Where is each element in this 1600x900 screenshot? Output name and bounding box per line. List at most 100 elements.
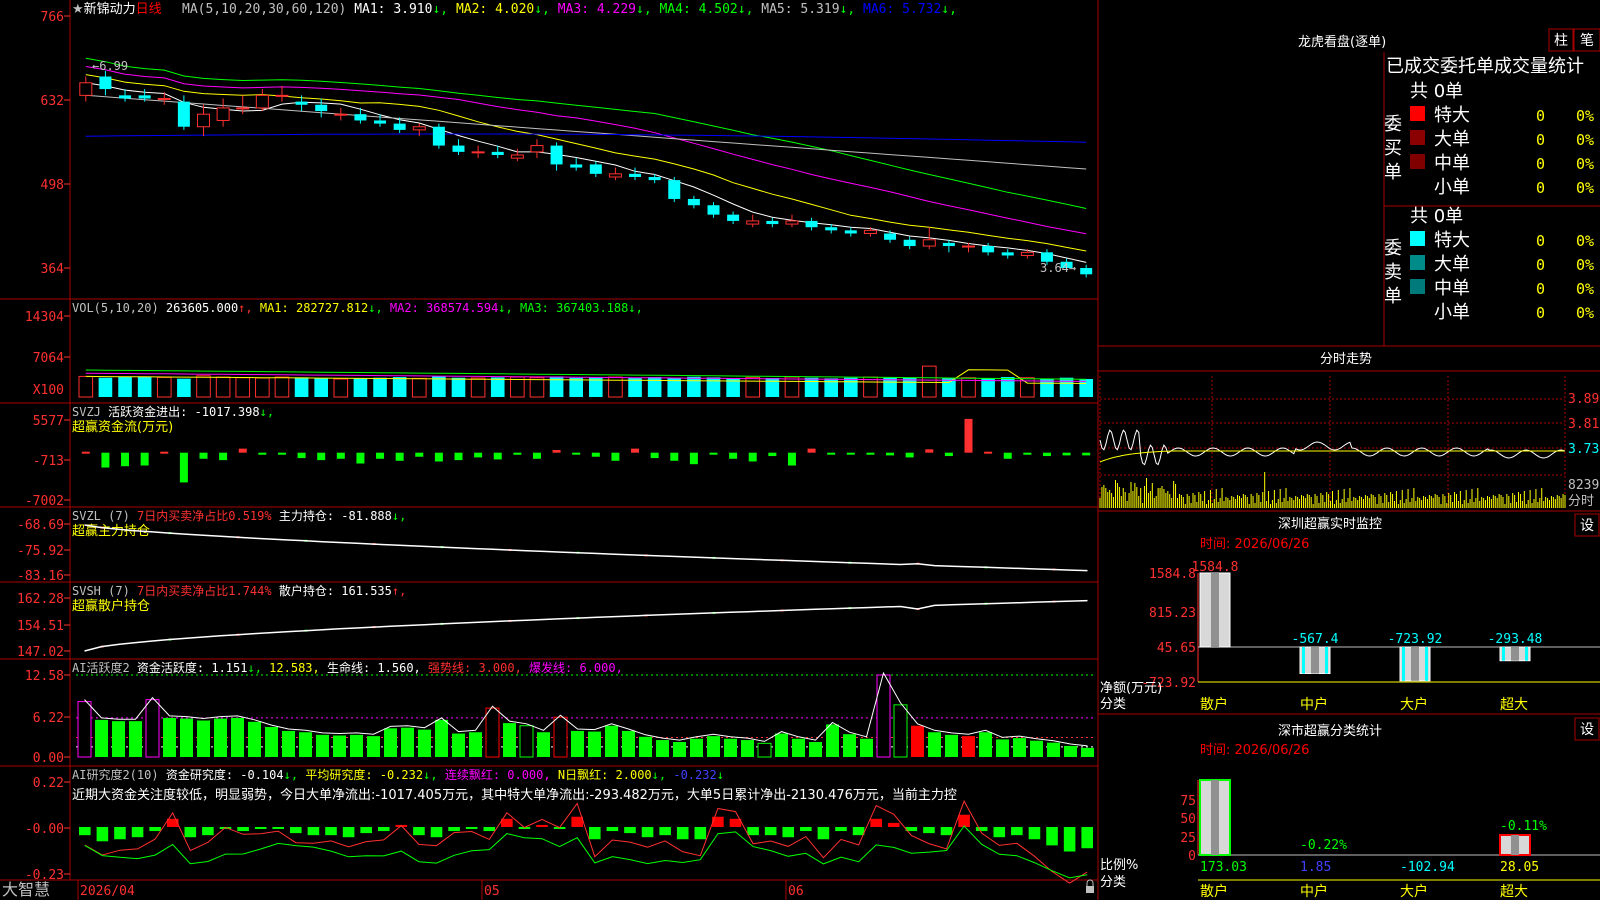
- flow-bar: [631, 448, 640, 453]
- sell-side-label: 委: [1384, 238, 1402, 259]
- active-bar: [979, 732, 992, 757]
- ma-direction: ↓,: [840, 2, 863, 17]
- date-axis: 2026/04 05 06: [77, 880, 804, 900]
- candle-body: [530, 145, 544, 153]
- flow-bar: [434, 452, 443, 462]
- sz-class-settings-button[interactable]: 设: [1574, 717, 1600, 741]
- szc-y-tick: 25: [1180, 831, 1196, 846]
- active-bar: [163, 717, 176, 757]
- szm-y-tick: 45.65: [1157, 641, 1196, 656]
- ai-extra-value: -0.232: [673, 768, 716, 782]
- research-bar: [149, 826, 161, 832]
- candle-body: [432, 126, 445, 146]
- flow-bar: [1082, 452, 1091, 456]
- lock-icon[interactable]: [1086, 879, 1094, 893]
- research-bar: [465, 826, 478, 830]
- candle-body: [334, 113, 348, 116]
- lhb-row-name: 小单: [1434, 177, 1470, 198]
- svzl-line: [84, 524, 1088, 572]
- vol-bar: [373, 377, 387, 397]
- flow-bar: [846, 452, 855, 455]
- lhb-row-name: 特大: [1434, 105, 1470, 126]
- szm-bar-edge: [1302, 647, 1305, 674]
- ma-label: MA(5,10,20,30,60,120): [182, 2, 354, 17]
- vol-bar: [569, 377, 583, 397]
- svzj-legend: SVZJ 活跃资金进出: -1017.398↓,: [72, 404, 274, 419]
- szm-bar-label: -567.4: [1292, 632, 1339, 647]
- candle-body: [471, 151, 485, 154]
- szc-top-label: -0.22%: [1300, 838, 1347, 853]
- szc-axis-label: 比例%: [1100, 858, 1138, 873]
- buy-side-label: 单: [1384, 162, 1402, 183]
- svsh-subtitle: 超赢散户持仓: [72, 598, 150, 614]
- candle-body: [648, 176, 661, 181]
- tick-view-button[interactable]: 笔: [1573, 28, 1600, 52]
- active-bar: [928, 732, 941, 757]
- svg-text:设: 设: [1580, 518, 1594, 534]
- research-bar: [377, 826, 390, 832]
- hold-ratio: 7日内买卖净占比1.744%: [137, 583, 279, 598]
- candle-body: [922, 239, 936, 247]
- research-bar: [1028, 826, 1041, 840]
- vol-ma-direction: ↓,: [368, 301, 390, 315]
- active-bar: [876, 674, 891, 758]
- lhb-swatch: [1410, 231, 1425, 246]
- research-bar: [606, 826, 619, 832]
- candle-body: [687, 198, 700, 206]
- research-bar: [887, 822, 900, 827]
- svzl-legend: SVZL (7) 7日内买卖净占比0.519% 主力持仓: -81.888↓,: [72, 508, 406, 523]
- active-bar: [757, 742, 772, 758]
- ai-active-legend: AI活跃度2 资金活跃度: 1.151↓, 12.583, 生命线: 1.560…: [72, 660, 623, 675]
- svg-text:★新锦动力日线: ★新锦动力日线: [72, 1, 162, 17]
- candle-body: [216, 107, 230, 121]
- research-bar: [79, 826, 91, 836]
- active-bar: [1013, 738, 1026, 757]
- research-bar: [923, 826, 935, 834]
- ai-research-value: 资金研究度: -0.104: [166, 767, 284, 782]
- szm-category: 大户: [1400, 696, 1428, 713]
- lhb-row-count: 0: [1536, 232, 1545, 250]
- ma-line-MA6: [85, 133, 1087, 143]
- active-bar: [367, 736, 380, 757]
- lhb-total: 共 0单: [1410, 206, 1463, 227]
- research-bar: [835, 826, 847, 832]
- flow-bar: [513, 452, 522, 455]
- active-bar: [673, 742, 686, 757]
- candle-body: [1080, 268, 1093, 275]
- ai-active-axis-ticks: 12.58 6.22 0.00: [25, 669, 70, 766]
- flow-bar: [572, 452, 581, 455]
- ma-line-MA1: [85, 82, 1087, 263]
- active-bar: [282, 730, 295, 757]
- y-tick-label: -75.92: [17, 544, 64, 559]
- candle-body: [825, 227, 838, 231]
- ma-value: MA3: 4.229: [558, 2, 636, 17]
- sz-monitor-settings-button[interactable]: 设: [1574, 513, 1600, 537]
- lhb-row-name: 小单: [1434, 302, 1470, 323]
- vol-bar: [628, 378, 642, 397]
- column-view-button[interactable]: 柱: [1548, 28, 1574, 52]
- szc-category: 中户: [1300, 883, 1328, 900]
- flow-bar: [611, 452, 620, 461]
- research-bar: [448, 826, 460, 832]
- vol-ma-direction: ↓,: [498, 301, 520, 315]
- research-bar: [571, 816, 583, 827]
- research-bar: [202, 826, 214, 836]
- szm-bar-label: -293.48: [1488, 632, 1543, 647]
- active-bar: [469, 732, 482, 757]
- hold-ratio: 7日内买卖净占比0.519%: [137, 508, 279, 523]
- active-bar: [180, 718, 193, 757]
- ai-research-comment: 近期大资金关注度较低，明显弱势，今日大单净流出:-1017.405万元，其中特大…: [72, 787, 957, 803]
- active-bar: [741, 740, 754, 757]
- research-bar: [975, 826, 988, 832]
- active-bar: [690, 738, 703, 757]
- flow-bar: [827, 452, 836, 455]
- flow-bar: [532, 452, 541, 459]
- flow-bar: [807, 448, 816, 453]
- brand-label: 大智慧: [2, 880, 50, 899]
- active-bar: [77, 701, 92, 758]
- szm-bar-shade: [1311, 647, 1319, 674]
- active-bar: [571, 730, 584, 757]
- x-tick-label: 06: [788, 884, 804, 899]
- y-tick-label: 7064: [33, 351, 64, 366]
- research-bar: [166, 818, 179, 827]
